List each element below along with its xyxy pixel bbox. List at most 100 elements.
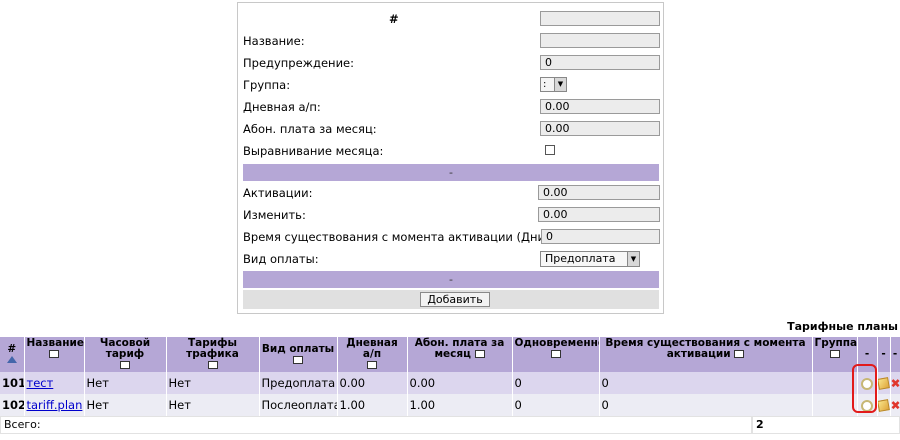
- total-value: 2: [752, 416, 900, 434]
- form-row-daily: Дневная а/п: 0.00: [243, 98, 660, 116]
- column-header-simultaneous[interactable]: Одновременно: [512, 337, 600, 372]
- tariff-name-link[interactable]: tariff.plan: [27, 398, 83, 412]
- row-monthly: 0.00: [407, 372, 513, 394]
- row-monthly: 1.00: [407, 394, 513, 416]
- warning-label: Предупреждение:: [243, 56, 355, 70]
- column-toggle-checkbox[interactable]: [550, 350, 561, 358]
- section-bar: -: [243, 164, 659, 181]
- edit-icon[interactable]: [877, 399, 889, 412]
- row-name: tariff.plan: [24, 394, 85, 416]
- row-id: 102: [0, 394, 25, 416]
- form-footer: Добавить: [243, 290, 659, 309]
- row-name: тест: [24, 372, 85, 394]
- form-row-change: Изменить: 0.00: [243, 206, 660, 224]
- activation-input[interactable]: 0.00: [538, 185, 660, 200]
- delete-icon[interactable]: ✖: [891, 376, 900, 390]
- monthly-fee-input[interactable]: 0.00: [540, 121, 660, 136]
- change-input[interactable]: 0.00: [538, 207, 660, 222]
- sort-asc-icon[interactable]: [7, 356, 18, 363]
- payment-type-value: Предоплата: [545, 252, 616, 265]
- payment-type-label: Вид оплаты:: [243, 252, 319, 266]
- form-row-name: Название:: [243, 32, 660, 50]
- row-simultaneous: 0: [512, 372, 600, 394]
- warning-input[interactable]: 0: [540, 55, 660, 70]
- column-toggle-checkbox[interactable]: [474, 350, 485, 358]
- daily-fee-label: Дневная а/п:: [243, 100, 321, 114]
- change-label: Изменить:: [243, 208, 306, 222]
- total-row: Всего: 2: [0, 416, 900, 434]
- row-id: 101: [0, 372, 25, 394]
- form-row-align: Выравнивание месяца:: [243, 142, 658, 160]
- lifetime-input[interactable]: 0: [541, 229, 660, 244]
- month-align-checkbox[interactable]: [545, 145, 555, 155]
- delete-icon[interactable]: ✖: [891, 398, 900, 412]
- name-input[interactable]: [540, 33, 660, 48]
- row-payment: Предоплата: [259, 372, 338, 394]
- column-toggle-checkbox[interactable]: [293, 355, 303, 364]
- tariff-name-link[interactable]: тест: [27, 376, 54, 390]
- column-toggle-checkbox[interactable]: [367, 361, 377, 369]
- form-row-warning: Предупреждение: 0: [243, 54, 660, 72]
- highlight-ring: [852, 364, 877, 413]
- column-header-daily[interactable]: Дневная а/п: [337, 337, 408, 372]
- row-daily: 0.00: [337, 372, 408, 394]
- column-header-id[interactable]: #: [0, 337, 25, 372]
- row-traffic: Нет: [166, 394, 260, 416]
- column-header-group[interactable]: Группа: [812, 337, 858, 372]
- row-action-delete[interactable]: ✖: [890, 372, 900, 394]
- id-field[interactable]: [540, 11, 660, 26]
- row-daily: 1.00: [337, 394, 408, 416]
- column-toggle-checkbox[interactable]: [49, 350, 59, 358]
- column-toggle-checkbox[interactable]: [207, 361, 218, 369]
- table-caption: Тарифные планы: [787, 320, 898, 333]
- chevron-down-icon: ▼: [627, 252, 639, 266]
- form-row-activation: Активации: 0.00: [243, 184, 660, 202]
- column-header-lifetime[interactable]: Время существования с момента активации: [599, 337, 813, 372]
- name-label: Название:: [243, 34, 305, 48]
- lifetime-label: Время существования с момента активации …: [243, 230, 554, 244]
- tariff-form: # Название: Предупреждение: 0 Группа: : …: [237, 2, 664, 314]
- column-header-action-2: -: [877, 337, 891, 372]
- column-header-monthly[interactable]: Абон. плата за месяц: [407, 337, 513, 372]
- form-header-label: #: [389, 12, 399, 26]
- column-header-payment[interactable]: Вид оплаты: [259, 337, 338, 372]
- add-button[interactable]: Добавить: [420, 292, 490, 307]
- row-lifetime: 0: [599, 394, 813, 416]
- row-group: [812, 372, 858, 394]
- group-select-value: :: [543, 79, 547, 90]
- column-header-traffic[interactable]: Тарифы трафика: [166, 337, 260, 372]
- row-action-edit[interactable]: [877, 372, 891, 394]
- row-lifetime: 0: [599, 372, 813, 394]
- total-label: Всего:: [0, 416, 752, 434]
- chevron-down-icon: ▼: [554, 78, 566, 91]
- column-toggle-checkbox[interactable]: [120, 361, 130, 369]
- form-row-payment: Вид оплаты: Предоплата ▼: [243, 250, 658, 268]
- column-toggle-checkbox[interactable]: [734, 350, 745, 358]
- row-payment: Послеоплата: [259, 394, 338, 416]
- group-select[interactable]: : ▼: [540, 77, 567, 92]
- column-toggle-checkbox[interactable]: [829, 350, 840, 358]
- form-row-group: Группа: : ▼: [243, 76, 658, 94]
- month-align-label: Выравнивание месяца:: [243, 144, 384, 158]
- tariff-table: # Название Часовой тариф Тарифы трафика …: [0, 337, 900, 416]
- edit-icon[interactable]: [877, 377, 889, 390]
- monthly-fee-label: Абон. плата за месяц:: [243, 122, 377, 136]
- row-action-delete[interactable]: ✖: [890, 394, 900, 416]
- column-header-action-3: -: [890, 337, 900, 372]
- row-hourly: Нет: [84, 372, 167, 394]
- payment-type-select[interactable]: Предоплата ▼: [540, 251, 640, 267]
- row-simultaneous: 0: [512, 394, 600, 416]
- row-hourly: Нет: [84, 394, 167, 416]
- row-action-edit[interactable]: [877, 394, 891, 416]
- form-row-monthly: Абон. плата за месяц: 0.00: [243, 120, 660, 138]
- daily-fee-input[interactable]: 0.00: [540, 99, 660, 114]
- column-header-hourly[interactable]: Часовой тариф: [84, 337, 167, 372]
- table-row: 102 tariff.plan Нет Нет Послеоплата 1.00…: [0, 394, 900, 416]
- row-traffic: Нет: [166, 372, 260, 394]
- table-header-row: # Название Часовой тариф Тарифы трафика …: [0, 337, 900, 372]
- column-header-name[interactable]: Название: [24, 337, 85, 372]
- form-header-row: #: [243, 10, 660, 28]
- section-bar: -: [243, 271, 659, 288]
- row-group: [812, 394, 858, 416]
- group-label: Группа:: [243, 78, 291, 92]
